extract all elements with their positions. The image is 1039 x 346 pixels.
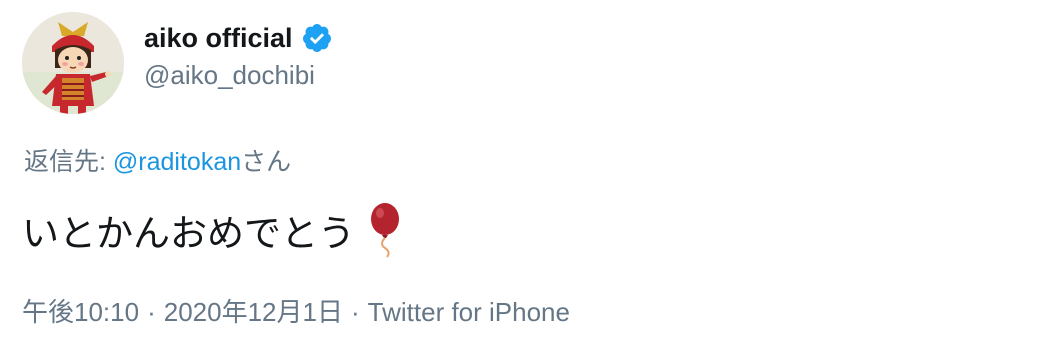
tweet-source[interactable]: Twitter for iPhone xyxy=(368,297,570,327)
meta-separator-2: · xyxy=(350,297,360,327)
reply-mention-link[interactable]: @raditokan xyxy=(113,148,241,176)
samurai-doll-avatar-icon xyxy=(22,12,124,114)
tweet-text-content: いとかんおめでとう xyxy=(22,213,355,254)
reply-suffix: さん xyxy=(241,148,292,176)
tweet-card: aiko official @aiko_dochibi 返信先: @radito… xyxy=(0,0,1039,346)
balloon-icon xyxy=(365,202,405,258)
reply-prefix: 返信先: xyxy=(24,148,113,176)
tweet-text: いとかんおめでとう xyxy=(22,200,405,260)
avatar[interactable] xyxy=(22,12,124,114)
display-name[interactable]: aiko official xyxy=(144,23,293,54)
reply-to-line: 返信先: @raditokanさん xyxy=(24,142,291,178)
tweet-meta: 午後10:10 · 2020年12月1日 · Twitter for iPhone xyxy=(22,292,570,329)
verified-badge-icon xyxy=(301,22,333,54)
tweet-time[interactable]: 午後10:10 xyxy=(22,297,139,327)
display-name-row: aiko official xyxy=(144,20,333,56)
meta-separator: · xyxy=(147,297,156,327)
tweet-date[interactable]: 2020年12月1日 xyxy=(164,297,343,327)
user-handle[interactable]: @aiko_dochibi xyxy=(144,60,315,91)
